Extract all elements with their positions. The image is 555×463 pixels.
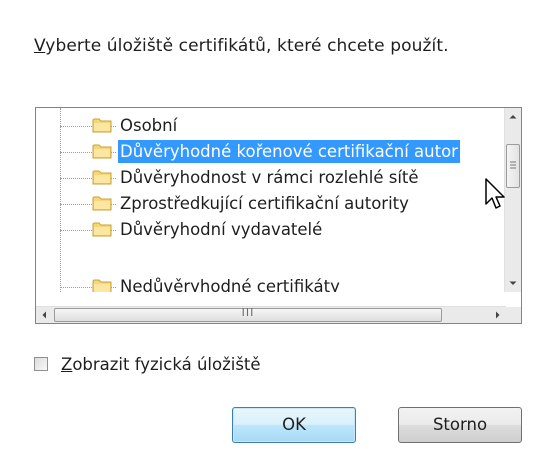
folder-icon — [92, 170, 112, 185]
tree-item-label: Zprostředkující certifikační autority — [120, 194, 409, 213]
tree-item-intermediate-ca[interactable]: Zprostředkující certifikační autority — [36, 191, 506, 217]
folder-icon — [92, 118, 112, 133]
tree-item-label: Nedůvěryhodné certifikáty — [120, 277, 340, 292]
tree-items: Osobní Důvěryhodné kořenové certifikační… — [36, 108, 506, 292]
tree-item-untrusted[interactable]: Nedůvěryhodné certifikáty — [36, 274, 506, 292]
show-physical-stores-checkbox[interactable] — [34, 357, 48, 371]
horizontal-scrollbar[interactable]: III — [36, 306, 506, 323]
folder-icon — [92, 222, 112, 237]
folder-icon — [92, 144, 112, 159]
prompt-accelerator: V — [34, 36, 46, 56]
tree-item-trusted-root[interactable]: Důvěryhodné kořenové certifikační autor — [36, 139, 506, 165]
tree-item-osobni[interactable]: Osobní — [36, 113, 506, 139]
mouse-cursor-icon — [485, 178, 505, 209]
scroll-up-icon[interactable] — [505, 108, 521, 125]
tree-item-label: Osobní — [120, 116, 178, 135]
folder-icon — [92, 196, 112, 211]
tree-item-label: Důvěryhodné kořenové certifikační autor — [118, 140, 460, 163]
ok-button[interactable]: OK — [232, 407, 356, 443]
scroll-grip: III — [241, 306, 255, 319]
show-physical-stores-label[interactable]: Zobrazit fyzická úložiště — [61, 355, 261, 374]
folder-icon — [92, 279, 112, 292]
prompt-text: yberte úložiště certifikátů, které chcet… — [45, 36, 449, 56]
scroll-right-icon[interactable] — [489, 307, 506, 323]
certificate-store-tree[interactable]: Osobní Důvěryhodné kořenové certifikační… — [35, 107, 522, 324]
checkbox-accelerator: Z — [61, 355, 73, 374]
tree-item-trusted-publishers[interactable]: Důvěryhodní vydavatelé — [36, 217, 506, 243]
tree-item-enterprise-trust[interactable]: Důvěryhodnost v rámci rozlehlé sítě — [36, 165, 506, 191]
scrollbar-corner — [505, 307, 521, 323]
tree-item-label: Důvěryhodní vydavatelé — [120, 220, 323, 239]
dialog-prompt: Vyberte úložiště certifikátů, které chce… — [34, 36, 449, 56]
cancel-button[interactable]: Storno — [398, 407, 522, 443]
tree-item-label: Důvěryhodnost v rámci rozlehlé sítě — [120, 168, 419, 187]
horizontal-scroll-thumb[interactable]: III — [54, 306, 442, 322]
vertical-scroll-thumb[interactable] — [506, 144, 520, 188]
scroll-down-icon[interactable] — [505, 275, 521, 292]
checkbox-text: obrazit fyzická úložiště — [72, 355, 261, 374]
scroll-left-icon[interactable] — [36, 307, 53, 323]
